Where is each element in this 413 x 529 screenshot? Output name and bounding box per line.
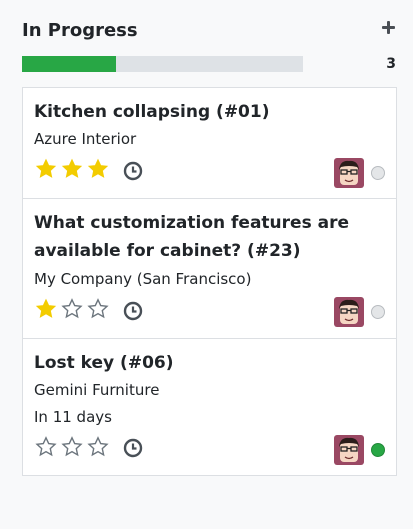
status-dot[interactable]	[371, 305, 385, 319]
status-dot[interactable]	[371, 166, 385, 180]
star-empty-icon[interactable]	[33, 436, 59, 458]
card-title: What customization features are availabl…	[34, 213, 349, 261]
priority-stars[interactable]	[33, 436, 111, 458]
star-empty-icon[interactable]	[59, 436, 85, 458]
column-progress: 3	[22, 56, 400, 72]
star-filled-icon[interactable]	[33, 298, 59, 320]
kanban-card[interactable]: Kitchen collapsing (#01) Azure Interior	[22, 87, 397, 199]
clock-icon[interactable]	[123, 301, 143, 321]
kanban-column: In Progress 3 Kitchen collapsing (#01) A…	[0, 0, 413, 529]
card-customer: Azure Interior	[34, 130, 137, 148]
status-dot[interactable]	[371, 443, 385, 457]
clock-icon[interactable]	[123, 161, 143, 181]
card-deadline: In 11 days	[34, 408, 112, 426]
progress-fill	[22, 56, 117, 72]
clock-icon[interactable]	[123, 438, 143, 458]
card-customer: My Company (San Francisco)	[34, 270, 252, 288]
avatar[interactable]	[334, 435, 364, 465]
card-customer: Gemini Furniture	[34, 381, 160, 399]
kanban-card[interactable]: What customization features are availabl…	[22, 198, 397, 339]
plus-icon[interactable]	[380, 19, 398, 37]
column-title[interactable]: In Progress	[22, 18, 138, 44]
record-count: 3	[386, 56, 396, 72]
avatar[interactable]	[334, 297, 364, 327]
star-empty-icon[interactable]	[85, 436, 111, 458]
star-filled-icon[interactable]	[33, 158, 59, 180]
star-filled-icon[interactable]	[59, 158, 85, 180]
star-empty-icon[interactable]	[85, 298, 111, 320]
star-empty-icon[interactable]	[59, 298, 85, 320]
card-title: Lost key (#06)	[34, 353, 174, 373]
progress-bar[interactable]	[22, 56, 303, 72]
card-title: Kitchen collapsing (#01)	[34, 102, 270, 122]
kanban-card[interactable]: Lost key (#06) Gemini Furniture In 11 da…	[22, 338, 397, 476]
priority-stars[interactable]	[33, 298, 111, 320]
avatar[interactable]	[334, 158, 364, 188]
star-filled-icon[interactable]	[85, 158, 111, 180]
priority-stars[interactable]	[33, 158, 111, 180]
column-header: In Progress	[22, 18, 400, 44]
